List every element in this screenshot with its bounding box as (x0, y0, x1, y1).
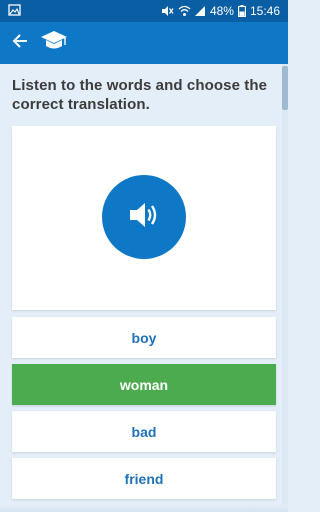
speaker-icon (128, 200, 160, 235)
answer-option-bad[interactable]: bad (12, 411, 276, 452)
clock: 15:46 (249, 4, 280, 18)
audio-card (12, 126, 276, 310)
mute-icon (161, 5, 174, 17)
signal-icon (194, 5, 206, 17)
exercise-instruction: Listen to the words and choose the corre… (12, 77, 268, 113)
app-logo (40, 30, 68, 57)
answer-option-boy[interactable]: boy (12, 317, 276, 358)
wifi-icon (178, 5, 191, 17)
battery-icon (238, 5, 246, 17)
scrollbar[interactable] (282, 64, 288, 512)
arrow-left-icon (12, 33, 28, 54)
image-icon (8, 3, 21, 19)
status-bar: 48% 15:46 (0, 0, 288, 22)
battery-text: 48% (209, 4, 234, 18)
play-audio-button[interactable] (102, 175, 186, 259)
bottom-edge (0, 505, 288, 512)
graduation-cap-icon (40, 30, 68, 57)
answer-option-friend[interactable]: friend (12, 458, 276, 499)
back-button[interactable] (8, 31, 32, 55)
answer-option-woman[interactable]: woman (12, 364, 276, 405)
scrollbar-thumb[interactable] (282, 66, 288, 110)
app-bar (0, 22, 288, 64)
